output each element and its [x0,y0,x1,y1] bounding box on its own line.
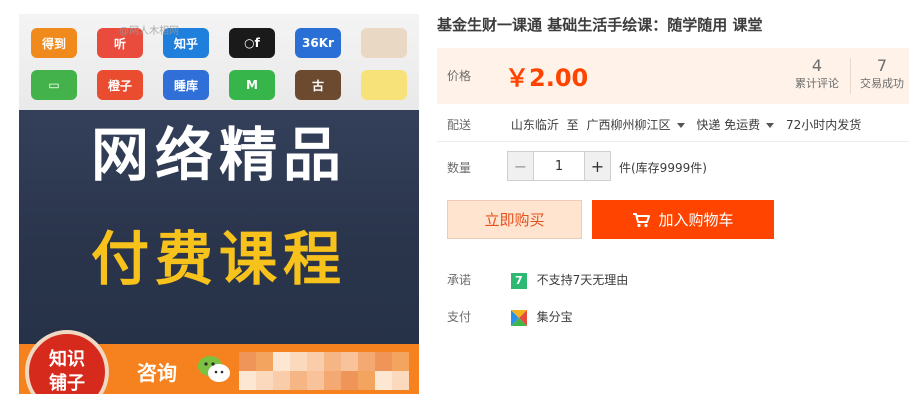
shop-badge-line1: 知识 [49,349,85,370]
price-value: ￥2.00 [505,64,589,92]
app-icon: 36Kr [295,28,341,58]
quantity-label: 数量 [447,161,472,175]
stat-reviews-label: 累计评论 [795,77,839,90]
add-to-cart-button[interactable]: 加入购物车 [592,200,774,239]
payment-label: 支付 [447,310,472,324]
cart-icon [633,212,651,227]
app-icon: ▭ [31,70,77,100]
quantity-input[interactable]: 1 [534,152,584,180]
mosaic-block [290,352,307,371]
shop-badge-line2: 铺子 [49,373,85,394]
payment-row: 支付 集分宝 [447,308,573,326]
mosaic-block [392,371,409,390]
mosaic-block [290,371,307,390]
promise-label: 承诺 [447,273,472,287]
wechat-icon [198,356,230,382]
promise-row: 承诺 7 不支持7天无理由 [447,271,628,289]
mosaic-block [273,371,290,390]
image-headline-top: 网络精品 [90,121,347,189]
mosaic-block [324,352,341,371]
add-to-cart-label: 加入购物车 [658,211,734,229]
shipping-destination-select[interactable]: 广西柳州柳江区 [587,118,693,132]
chevron-down-icon [766,123,775,128]
stat-reviews-count: 4 [811,56,823,75]
jifenbao-icon [510,309,527,326]
mosaic-block [256,371,273,390]
mosaic-block [375,352,392,371]
quantity-decrease-button[interactable]: − [508,152,534,180]
price-label: 价格 [447,69,472,83]
payment-method[interactable]: 集分宝 [537,310,573,324]
shipping-from: 山东临沂 [510,118,559,132]
shipping-row: 配送 山东临沂 至 广西柳州柳江区 快递 免运费 72小时内发货 [447,116,861,133]
image-watermark: @网人木相网 [119,26,179,37]
promise-text[interactable]: 不支持7天无理由 [537,273,629,287]
product-image[interactable]: 得到听知乎 ○f 36Kr ▭ 橙子 睡库 M 古 @网人木相网 网络精品 付费课程 知识 铺… [19,14,419,394]
shipping-method: 快递 免运费 [696,118,761,132]
quantity-stepper[interactable]: − 1 + [507,151,611,181]
stat-transactions-label: 交易成功 [860,77,904,90]
divider [437,141,909,142]
stat-transactions-count: 7 [876,56,888,75]
mosaic-block [273,352,290,371]
app-icon: ○f [229,28,275,58]
stock-info: 件(库存9999件) [619,161,707,175]
mosaic-block [307,352,324,371]
shipping-destination: 广西柳州柳江区 [586,118,671,132]
chevron-down-icon [676,123,685,128]
mosaic-block [239,352,256,371]
stat-reviews[interactable]: 4 累计评论 [789,56,845,92]
app-icon: 得到 [31,28,77,58]
mosaic-block [307,371,324,390]
mosaic-block [341,371,358,390]
consult-label: 咨询 [137,361,177,385]
app-icon: 古 [295,70,341,100]
stat-divider [850,58,851,94]
seven-day-icon: 7 [510,272,527,289]
app-icon [361,28,407,58]
app-icon [361,70,407,100]
shipping-method-select[interactable]: 快递 免运费 [696,118,782,132]
blurred-contact-mosaic [239,352,409,390]
mosaic-block [256,352,273,371]
app-icon-grid: 得到听知乎 ○f 36Kr ▭ 橙子 睡库 M 古 [19,14,419,110]
dispatch-time: 72小时内发货 [786,118,862,132]
product-title: 基金生财一课通 基础生活手绘课：随学随用 课堂 [437,16,763,34]
mosaic-block [392,352,409,371]
mosaic-block [341,352,358,371]
app-icon: 睡库 [163,70,209,100]
app-icon: M [229,70,275,100]
shipping-label: 配送 [447,118,472,132]
mosaic-block [324,371,341,390]
shipping-to-word: 至 [566,118,579,132]
mosaic-block [358,371,375,390]
mosaic-block [239,371,256,390]
stat-transactions[interactable]: 7 交易成功 [855,56,909,92]
app-icon: 橙子 [97,70,143,100]
quantity-increase-button[interactable]: + [584,152,610,180]
mosaic-block [375,371,392,390]
mosaic-block [358,352,375,371]
image-headline-bottom: 付费课程 [90,225,347,293]
buy-now-button[interactable]: 立即购买 [447,200,582,239]
price-panel: 价格 ￥2.00 4 累计评论 7 交易成功 [437,48,909,104]
